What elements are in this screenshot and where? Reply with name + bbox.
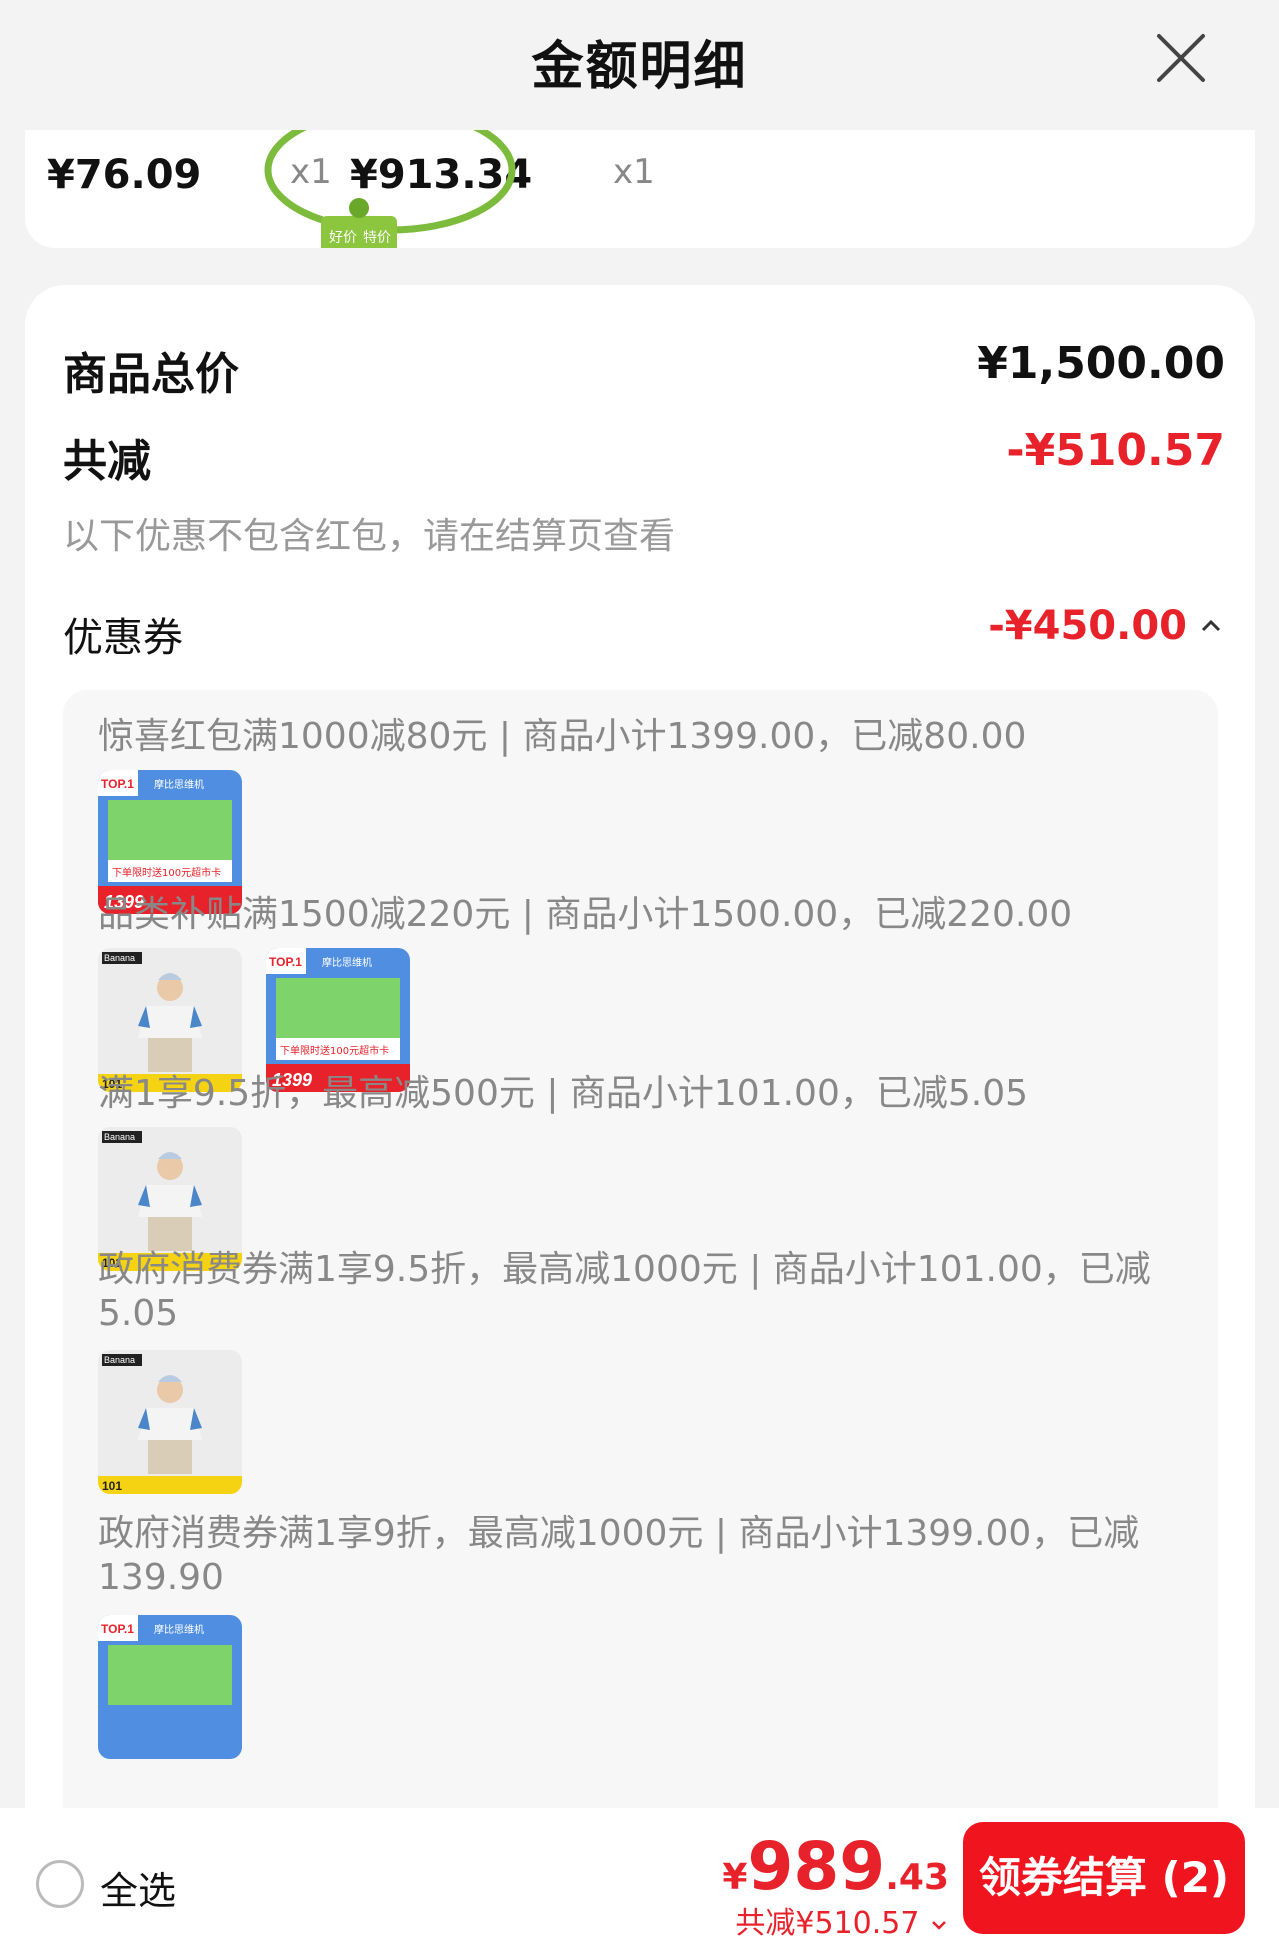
product-thumb-console: TOP.1 摩比思维机 下单限时送100元超市卡 1399 bbox=[266, 948, 410, 1092]
coupon-rule-1: 惊喜红包满1000减80元 | 商品小计1399.00，已减80.00 bbox=[98, 716, 1027, 757]
coupon-rule-4: 政府消费券满1享9.5折，最高减1000元 | 商品小计101.00，已减5.0… bbox=[98, 1249, 1151, 1334]
product-qty: x1 bbox=[613, 152, 655, 192]
product-thumb-shirt: Banana 101 bbox=[98, 948, 242, 1092]
saved-amount-toggle[interactable]: 共减¥510.57 bbox=[735, 1898, 949, 1942]
chevron-down-icon bbox=[932, 1920, 946, 1930]
discount-note: 以下优惠不包含红包，请在结算页查看 bbox=[63, 516, 676, 557]
svg-text:TOP.1: TOP.1 bbox=[101, 777, 134, 791]
total-decimal: .43 bbox=[885, 1857, 949, 1898]
coupon-value: -¥450.00 bbox=[988, 603, 1187, 649]
select-all-radio[interactable] bbox=[36, 1860, 84, 1908]
svg-text:Banana: Banana bbox=[104, 953, 135, 963]
final-total: ¥989.43 bbox=[722, 1828, 949, 1905]
svg-text:Banana: Banana bbox=[104, 1132, 135, 1142]
checkout-button[interactable]: 领券结算 (2) bbox=[963, 1822, 1245, 1934]
coupon-rule-3: 满1享9.5折，最高减500元 | 商品小计101.00，已减5.05 bbox=[98, 1073, 1029, 1114]
badge-text-2: 特价 bbox=[363, 230, 391, 246]
total-price-label: 商品总价 bbox=[63, 349, 239, 400]
badge-text-1: 好价 bbox=[329, 230, 357, 246]
svg-text:摩比思维机: 摩比思维机 bbox=[154, 1623, 204, 1636]
svg-text:Banana: Banana bbox=[104, 1355, 135, 1365]
chevron-up-icon bbox=[1201, 619, 1221, 632]
svg-text:摩比思维机: 摩比思维机 bbox=[322, 956, 372, 969]
product-price: ¥76.09 bbox=[47, 152, 202, 198]
close-button[interactable] bbox=[1153, 30, 1209, 86]
total-reduce-label: 共减 bbox=[63, 436, 151, 487]
currency-symbol: ¥ bbox=[722, 1857, 748, 1898]
coupon-label: 优惠券 bbox=[63, 615, 183, 661]
header: 金额明细 bbox=[0, 0, 1279, 130]
total-reduce-value: -¥510.57 bbox=[1006, 425, 1225, 476]
svg-text:TOP.1: TOP.1 bbox=[269, 955, 302, 969]
select-all-label[interactable]: 全选 bbox=[100, 1860, 176, 1915]
page-title: 金额明细 bbox=[531, 37, 748, 97]
deal-badge-icon: 好价 特价 bbox=[321, 198, 397, 248]
product-thumb-shirt: Banana 101 bbox=[98, 1350, 242, 1494]
coupon-rule-5: 政府消费券满1享9折，最高减1000元 | 商品小计1399.00，已减139.… bbox=[98, 1513, 1140, 1598]
products-card: 101 ¥76.09 x1 1399 ¥913.34 x1 好价 特价 bbox=[25, 110, 1255, 248]
saved-amount: 共减¥510.57 bbox=[735, 1906, 920, 1941]
coupon-rule-2: 品类补贴满1500减220元 | 商品小计1500.00，已减220.00 bbox=[98, 894, 1073, 935]
svg-text:下单限时送100元超市卡: 下单限时送100元超市卡 bbox=[280, 1044, 389, 1057]
svg-text:摩比思维机: 摩比思维机 bbox=[154, 778, 204, 791]
coupon-toggle[interactable]: -¥450.00 bbox=[988, 603, 1225, 649]
checkout-bar: 全选 ¥989.43 共减¥510.57 领券结算 (2) bbox=[0, 1808, 1279, 1946]
total-price-value: ¥1,500.00 bbox=[977, 338, 1225, 389]
price-detail-card: 商品总价 ¥1,500.00 共减 -¥510.57 以下优惠不包含红包，请在结… bbox=[25, 285, 1255, 1946]
svg-text:下单限时送100元超市卡: 下单限时送100元超市卡 bbox=[112, 866, 221, 879]
total-integer: 989 bbox=[747, 1828, 886, 1905]
close-icon bbox=[1157, 34, 1205, 82]
svg-text:101: 101 bbox=[102, 1479, 122, 1493]
coupon-detail-list: 惊喜红包满1000减80元 | 商品小计1399.00，已减80.00 TOP.… bbox=[63, 690, 1218, 1946]
svg-text:TOP.1: TOP.1 bbox=[101, 1622, 134, 1636]
product-thumb-console: TOP.1 摩比思维机 bbox=[98, 1615, 242, 1759]
